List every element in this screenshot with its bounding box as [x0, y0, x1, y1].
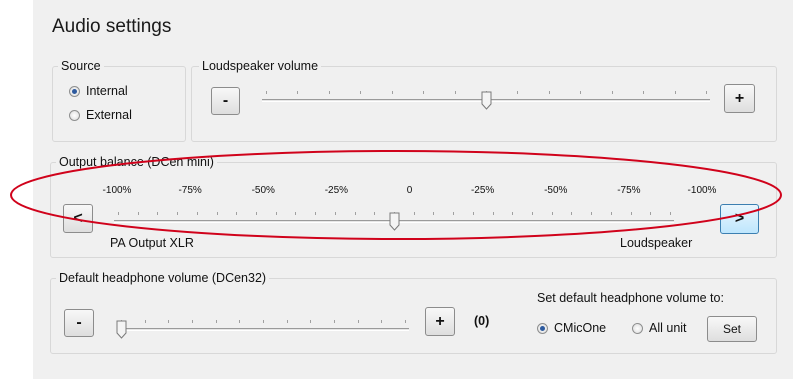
slider-tick: [611, 91, 613, 94]
radio-cmicone[interactable]: CMicOne: [537, 321, 606, 335]
slider-tick: [405, 320, 406, 323]
set-default-headphone-label: Set default headphone volume to:: [537, 291, 724, 305]
slider-tick: [297, 91, 299, 94]
slider-tick: [144, 320, 146, 323]
slider-tick: [391, 91, 393, 94]
slider-tick: [266, 91, 267, 94]
slider-tick: [286, 320, 288, 323]
radio-internal-label: Internal: [86, 84, 128, 98]
slider-tick: [381, 320, 383, 323]
slider-tick: [239, 320, 241, 323]
source-group: Source Internal External: [52, 59, 186, 142]
slider-tick: [360, 91, 362, 94]
radio-all-unit-label: All unit: [649, 321, 687, 335]
loudspeaker-increase-button[interactable]: +: [724, 84, 755, 113]
slider-tick: [548, 91, 550, 94]
slider-thumb[interactable]: [116, 320, 127, 339]
slider-tick: [310, 320, 312, 323]
set-button[interactable]: Set: [707, 316, 757, 342]
radio-all-unit[interactable]: All unit: [632, 321, 687, 335]
slider-tick: [334, 320, 335, 323]
slider-tick: [357, 320, 359, 323]
slider-tick: [328, 91, 330, 94]
slider-tick: [192, 320, 193, 323]
headphone-increase-button[interactable]: +: [425, 307, 455, 336]
slider-tick: [263, 320, 264, 323]
radio-internal-indicator[interactable]: [69, 85, 80, 97]
loudspeaker-volume-label: Loudspeaker volume: [199, 59, 322, 74]
page-title: Audio settings: [52, 16, 172, 37]
loudspeaker-decrease-button[interactable]: -: [211, 87, 240, 115]
radio-all-unit-indicator[interactable]: [632, 322, 643, 334]
radio-external[interactable]: External: [69, 108, 132, 122]
slider-tick: [580, 91, 582, 94]
headphone-volume-group: Default headphone volume (DCen32): [50, 271, 777, 354]
slider-tick: [674, 91, 676, 94]
slider-tick: [706, 91, 707, 94]
radio-internal[interactable]: Internal: [69, 84, 128, 98]
source-group-label: Source: [58, 59, 104, 74]
radio-cmicone-label: CMicOne: [554, 321, 607, 335]
slider-tick: [643, 91, 645, 94]
headphone-decrease-button[interactable]: -: [64, 309, 94, 337]
headphone-volume-value: (0): [474, 314, 490, 328]
annotation-oval: [10, 150, 782, 240]
slider-tick: [423, 91, 425, 94]
slider-tick: [454, 91, 456, 94]
headphone-volume-label: Default headphone volume (DCen32): [56, 271, 270, 286]
slider-tick: [517, 91, 519, 94]
radio-external-label: External: [86, 108, 132, 122]
slider-tick: [168, 320, 170, 323]
radio-cmicone-indicator[interactable]: [537, 322, 548, 334]
slider-tick: [215, 320, 217, 323]
slider-track[interactable]: [117, 328, 409, 331]
slider-thumb[interactable]: [481, 91, 492, 110]
radio-external-indicator[interactable]: [69, 109, 80, 121]
